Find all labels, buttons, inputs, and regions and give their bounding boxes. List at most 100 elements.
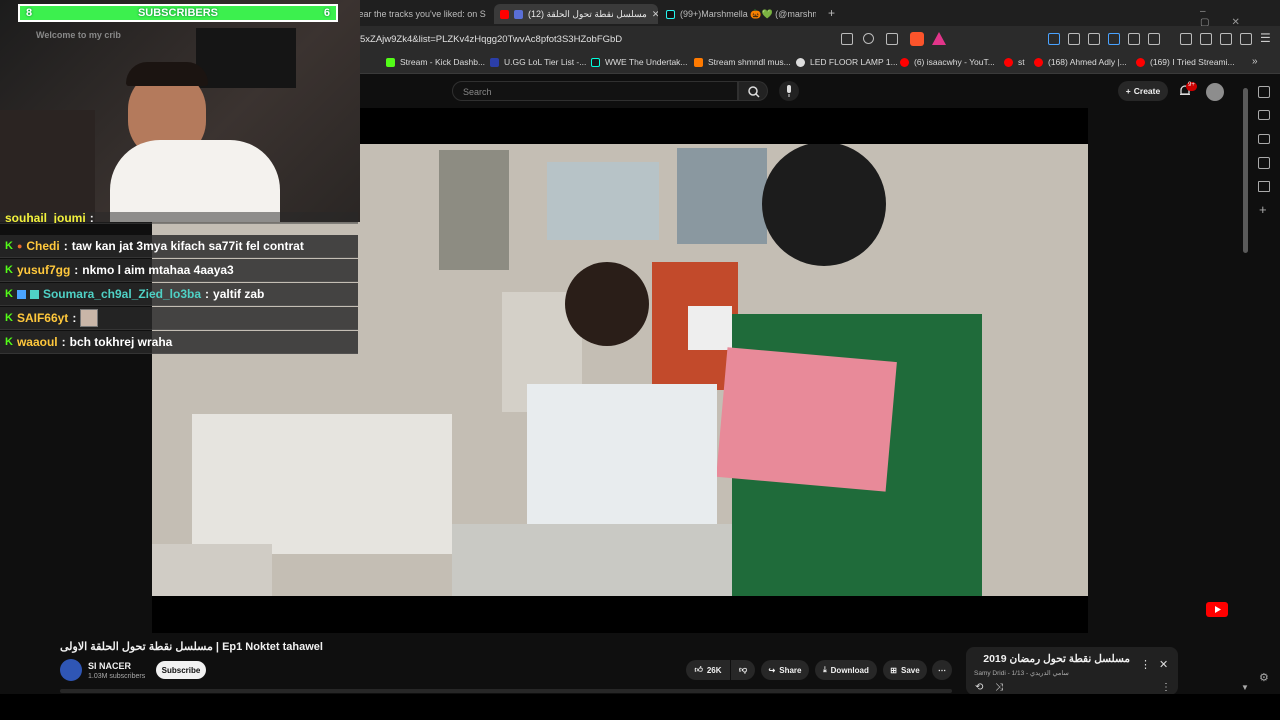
voice-search-button[interactable] xyxy=(779,81,799,101)
bookmark-item[interactable]: Stream - Kick Dashb... xyxy=(386,57,485,67)
bookmark-item[interactable]: st xyxy=(1004,57,1025,67)
tab-tiktok[interactable]: (99+)Marshmella 🎃💚 (@marshme xyxy=(666,4,816,24)
like-button[interactable]: 👍︎ 26K xyxy=(686,660,730,680)
leo-icon[interactable] xyxy=(1240,33,1252,45)
channel-avatar[interactable] xyxy=(60,659,82,681)
webcam-sign: Welcome to my crib xyxy=(36,30,121,40)
url-text[interactable]: 5xZAjw9Zk4&list=PLZKv4zHqgg20TwvAc8pfot3… xyxy=(360,34,622,45)
youtube-icon xyxy=(1004,57,1013,67)
sidebar-icon[interactable] xyxy=(1200,33,1212,45)
extension-icon[interactable] xyxy=(1088,33,1100,45)
streamer-hair xyxy=(126,62,208,86)
scroll-down-icon[interactable]: ▼ xyxy=(1241,683,1249,692)
subscriber-count-left: 8 xyxy=(26,7,33,19)
search-input[interactable]: Search xyxy=(452,81,738,101)
sidebar-tool-icon[interactable] xyxy=(1258,157,1270,169)
more-actions-button[interactable]: ⋯ xyxy=(932,660,952,680)
ugg-icon xyxy=(490,57,499,67)
chat-message: K yusuf7gg: nkmo l aim mtahaa 4aaya3 xyxy=(0,259,358,282)
tab-soundcloud[interactable]: Hear the tracks you've liked: on Sou xyxy=(338,4,486,24)
channel-subscriber-count: 1.03M subscribers xyxy=(88,673,146,680)
add-icon[interactable]: + xyxy=(1259,202,1267,217)
translate-icon[interactable] xyxy=(1108,33,1120,45)
subscriber-label: SUBSCRIBERS xyxy=(137,7,219,19)
shuffle-icon[interactable]: ⤨ xyxy=(995,682,1003,693)
zoom-icon[interactable] xyxy=(863,33,874,44)
kick-badge-icon: K xyxy=(5,312,13,324)
puzzle-icon[interactable] xyxy=(1128,33,1140,45)
youtube-logo-icon[interactable] xyxy=(1206,602,1228,617)
streamer-shirt xyxy=(110,140,280,222)
playlist-title[interactable]: مسلسل نقطة تحول رمضان 2019 xyxy=(976,653,1130,665)
playlist-more-icon[interactable]: ⋮ xyxy=(1140,658,1151,671)
bookmark-item[interactable]: WWE The Undertak... xyxy=(591,57,688,67)
website-icon xyxy=(694,57,703,67)
close-playlist-icon[interactable]: ✕ xyxy=(1159,658,1168,671)
save-icon: ⊞ xyxy=(890,665,897,675)
bookmark-item[interactable]: LED FLOOR LAMP 1... xyxy=(796,57,898,67)
extension-icon[interactable] xyxy=(1148,33,1160,45)
audio-icon xyxy=(514,9,523,19)
youtube-icon xyxy=(1034,57,1043,67)
share-icon: ↪ xyxy=(768,665,776,675)
plus-icon: + xyxy=(1125,86,1131,96)
share-button[interactable]: ↪ Share xyxy=(761,660,809,680)
loop-icon[interactable]: ⟲ xyxy=(975,682,983,693)
close-tab-icon[interactable]: ✕ xyxy=(652,9,658,20)
search-icon xyxy=(748,86,760,98)
tab-youtube-active[interactable]: (12) مسلسل نقطة تحول الحلقة ✕ xyxy=(494,4,658,24)
description-divider xyxy=(60,689,952,693)
bookmark-item[interactable]: (169) I Tried Streami... xyxy=(1136,57,1235,67)
share-page-icon[interactable] xyxy=(886,33,898,45)
sidebar-tool-icon[interactable] xyxy=(1258,86,1270,98)
playlist-icon[interactable] xyxy=(1180,33,1192,45)
extension-icon[interactable] xyxy=(1068,33,1080,45)
notification-badge: 9+ xyxy=(1186,82,1197,91)
subscribe-button[interactable]: Subscribe xyxy=(156,661,206,679)
channel-name[interactable]: SI NACER xyxy=(88,661,131,671)
chat-message: souhail_joumi: xyxy=(0,212,358,224)
settings-gear-icon[interactable]: ⚙ xyxy=(1259,671,1269,684)
chat-message: K ● Chedi: taw kan jat 3mya kifach sa77i… xyxy=(0,235,358,258)
avatar[interactable] xyxy=(1206,83,1224,101)
brave-shield-icon[interactable] xyxy=(910,32,924,46)
website-icon xyxy=(796,57,805,67)
youtube-icon xyxy=(900,57,909,67)
media-icon[interactable] xyxy=(1048,33,1060,45)
chat-overlay: souhail_joumi: K ● Chedi: taw kan jat 3m… xyxy=(0,212,360,355)
brave-rewards-icon[interactable] xyxy=(932,32,946,45)
flag-decoration xyxy=(196,28,296,88)
sidebar-tool-icon[interactable] xyxy=(1258,110,1270,120)
chat-message: K SAIF66yt: xyxy=(0,307,358,330)
cast-icon[interactable] xyxy=(841,33,853,45)
microphone-icon xyxy=(787,85,791,97)
kick-badge-icon: K xyxy=(5,240,13,252)
dislike-button[interactable]: 👎︎ xyxy=(731,660,755,680)
search-button[interactable] xyxy=(738,81,768,101)
emote-icon: ● xyxy=(16,241,23,251)
bookmark-item[interactable]: (168) Ahmed Adly |... xyxy=(1034,57,1127,67)
sidebar-tool-icon[interactable] xyxy=(1258,134,1270,144)
new-tab-icon[interactable]: + xyxy=(828,6,835,20)
scrollbar-thumb[interactable] xyxy=(1243,88,1248,253)
emote-icon xyxy=(80,309,99,327)
bookmark-item[interactable]: (6) isaacwhy - YouT... xyxy=(900,57,995,67)
website-icon xyxy=(591,57,600,67)
playlist-meta: Samy Dridi - سامي الدريدي - 1/13 xyxy=(974,670,1069,677)
chevron-right-icon[interactable]: » xyxy=(1252,56,1258,67)
kick-icon xyxy=(386,57,395,67)
save-button[interactable]: ⊞ Save xyxy=(883,660,927,680)
window-controls[interactable]: –▢✕ xyxy=(1200,6,1280,28)
play-icon xyxy=(1215,606,1221,613)
bookmark-item[interactable]: U.GG LoL Tier List -... xyxy=(490,57,586,67)
bookmark-item[interactable]: Stream shmndl mus... xyxy=(694,57,791,67)
download-button[interactable]: ⤓ Download xyxy=(815,660,877,680)
wallet-icon[interactable] xyxy=(1220,33,1232,45)
create-button[interactable]: + Create xyxy=(1118,81,1168,101)
reading-list-icon[interactable] xyxy=(1258,181,1270,192)
chat-message: K waaoul: bch tokhrej wraha xyxy=(0,331,358,354)
menu-icon[interactable]: ☰ xyxy=(1260,31,1271,45)
playlist-menu-icon[interactable]: ⋮ xyxy=(1161,682,1171,693)
download-icon: ⤓ xyxy=(823,665,827,674)
thumbs-up-icon: 👍︎ xyxy=(694,665,703,674)
